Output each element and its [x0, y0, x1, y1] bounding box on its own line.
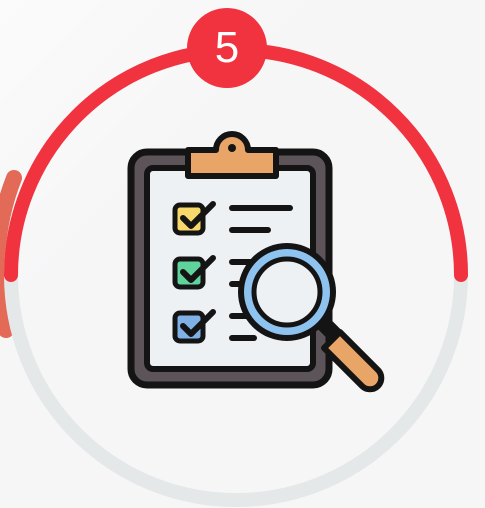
clipboard-clip [185, 131, 279, 179]
magnifier-lens-glass [251, 256, 323, 328]
clip-hole [228, 144, 236, 152]
step-card: 5 [0, 0, 485, 508]
magnifier-handle [314, 314, 385, 393]
clipboard-checklist-magnifier-icon [127, 131, 385, 393]
step-number: 5 [214, 23, 240, 72]
